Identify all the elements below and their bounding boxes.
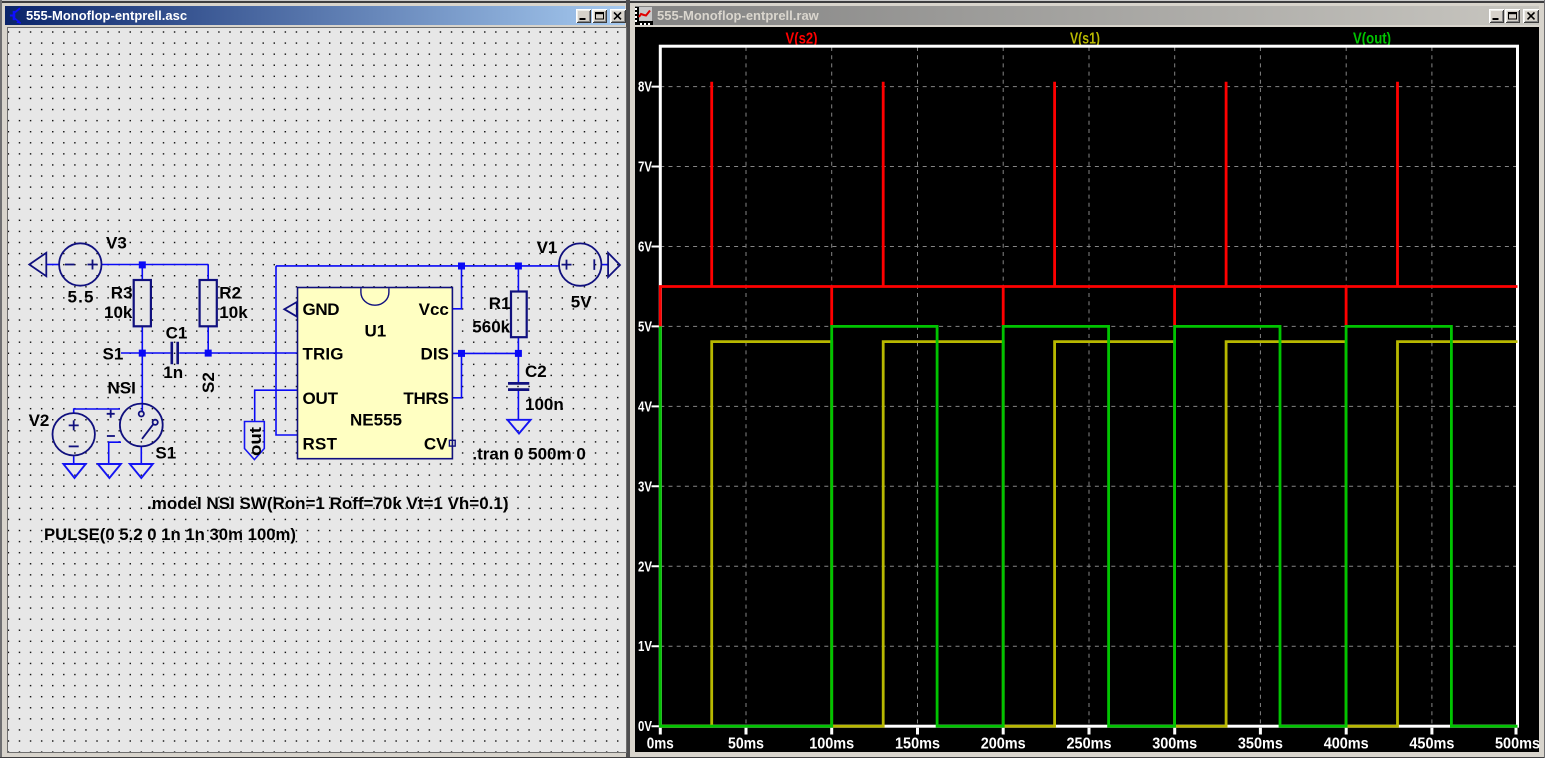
- svg-text:NSI: NSI: [108, 378, 136, 397]
- svg-text:GND: GND: [303, 300, 340, 319]
- svg-text:out: out: [246, 427, 265, 456]
- svg-text:RST: RST: [303, 435, 338, 454]
- svg-text:R1: R1: [489, 294, 511, 313]
- svg-text:100n: 100n: [525, 395, 564, 414]
- svg-text:C2: C2: [525, 362, 547, 381]
- svg-text:V1: V1: [537, 238, 558, 257]
- svg-text:TRIG: TRIG: [303, 345, 344, 364]
- svg-text:S1: S1: [103, 344, 124, 363]
- svg-text:1n: 1n: [163, 363, 183, 382]
- svg-text:S1: S1: [155, 443, 176, 462]
- svg-text:5.5: 5.5: [68, 287, 94, 306]
- svg-text:NE555: NE555: [350, 411, 402, 430]
- svg-text:10k: 10k: [219, 303, 248, 322]
- svg-text:.model NSI SW(Ron=1 Roff=70k V: .model NSI SW(Ron=1 Roff=70k Vt=1 Vh=0.1…: [147, 494, 509, 513]
- svg-text:PULSE(0 5.2 0 1n 1n 30m 100m): PULSE(0 5.2 0 1n 1n 30m 100m): [44, 525, 296, 544]
- svg-text:560k: 560k: [472, 317, 510, 336]
- svg-text:10k: 10k: [104, 303, 133, 322]
- svg-text:CV: CV: [424, 435, 448, 454]
- svg-text:THRS: THRS: [403, 389, 449, 408]
- svg-text:.tran 0 500m 0: .tran 0 500m 0: [472, 444, 585, 463]
- svg-text:V2: V2: [29, 411, 50, 430]
- svg-text:S2: S2: [199, 372, 218, 393]
- svg-text:R3: R3: [111, 283, 133, 302]
- svg-text:OUT: OUT: [303, 389, 339, 408]
- svg-text:5V: 5V: [571, 293, 592, 312]
- svg-text:R2: R2: [219, 283, 241, 302]
- svg-text:DIS: DIS: [421, 345, 449, 364]
- svg-text:V3: V3: [106, 233, 127, 252]
- svg-text:C1: C1: [166, 323, 188, 342]
- svg-text:Vcc: Vcc: [419, 300, 449, 319]
- svg-text:U1: U1: [365, 321, 387, 340]
